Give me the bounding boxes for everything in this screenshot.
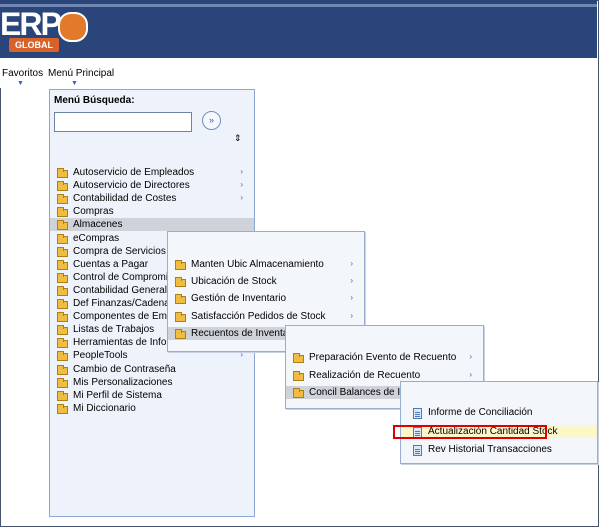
folder-icon (57, 403, 68, 414)
main-menu-item-label: Compras (73, 206, 114, 218)
main-menu-item-label: Autoservicio de Directores (73, 180, 190, 192)
main-menu-item-label: Mi Perfil de Sistema (73, 389, 162, 401)
chevron-right-icon: › (350, 310, 353, 320)
folder-icon (57, 272, 68, 283)
main-menu-item[interactable]: Autoservicio de Empleados › (50, 166, 254, 179)
main-menu-item-label: PeopleTools (73, 350, 128, 362)
folder-icon (57, 377, 68, 388)
almacenes-menu-item-label: Gestión de Inventario (191, 293, 287, 305)
logo-main: ERP (0, 6, 62, 42)
nav-favoritos[interactable]: Favoritos (2, 68, 43, 79)
search-input[interactable] (54, 112, 192, 132)
concil-menu-item-label: Informe de Conciliación (428, 407, 533, 418)
main-menu-item-label: Contabilidad de Costes (73, 193, 177, 205)
main-menu-item-label: Autoservicio de Empleados (73, 167, 195, 178)
main-menu-item[interactable]: Cambio de Contraseña (50, 363, 254, 376)
folder-icon (57, 390, 68, 401)
main-menu-item-label: Compra de Servicios (73, 245, 166, 257)
main-menu-item[interactable]: Contabilidad de Costes › (50, 192, 254, 205)
folder-icon (175, 294, 186, 305)
folder-icon (57, 338, 68, 349)
folder-icon (57, 220, 68, 231)
sort-icon[interactable]: ⇕ (234, 133, 242, 144)
concil-menu-item-label: Rev Historial Transacciones (428, 444, 552, 455)
app-header: ERP GLOBAL (0, 0, 597, 58)
almacenes-menu-item[interactable]: Manten Ubic Almacenamiento › (168, 258, 364, 271)
folder-icon (57, 233, 68, 244)
almacenes-menu-item-label: Ubicación de Stock (191, 276, 277, 288)
folder-icon (175, 311, 186, 322)
folder-icon (57, 181, 68, 192)
main-menu-item[interactable]: Mi Diccionario (50, 402, 254, 415)
nav-menu-principal[interactable]: Menú Principal (48, 68, 114, 79)
main-menu-item-label: Mis Personalizaciones (73, 376, 173, 388)
chevron-right-icon: › (469, 369, 472, 379)
chevron-right-icon: › (240, 193, 243, 203)
document-icon (413, 445, 422, 456)
folder-icon (57, 207, 68, 218)
main-menu-item-label: Cuentas a Pagar (73, 258, 149, 270)
main-menu-item-label: Almacenes (73, 219, 123, 231)
folder-icon (57, 168, 68, 178)
highlight-annotation (393, 425, 547, 439)
chevron-right-icon: › (469, 352, 472, 361)
recuentos-menu-item[interactable]: Preparación Evento de Recuento › (286, 351, 483, 364)
almacenes-menu-item[interactable]: Ubicación de Stock › (168, 275, 364, 288)
submenu-concil: Informe de Conciliación Actualización Can… (400, 381, 598, 464)
almacenes-menu-item-label: Recuentos de Inventario (191, 327, 300, 339)
almacenes-menu-item[interactable]: Gestión de Inventario › (168, 292, 364, 305)
chevron-right-icon: › (350, 259, 353, 268)
main-menu-item-label: Contabilidad General (73, 284, 167, 296)
main-menu-item-label: Listas de Trabajos (73, 324, 155, 336)
folder-icon (57, 312, 68, 323)
folder-icon (57, 259, 68, 270)
folder-icon (57, 364, 68, 375)
almacenes-menu-item-label: Manten Ubic Almacenamiento (191, 259, 324, 270)
folder-icon (175, 260, 186, 270)
main-menu-item[interactable]: Mi Perfil de Sistema (50, 389, 254, 402)
folder-icon (293, 370, 304, 381)
folder-icon (57, 299, 68, 309)
chevron-right-icon: › (350, 276, 353, 286)
nav-bar: Favoritos ▼ Menú Principal ▼ (0, 58, 597, 88)
almacenes-menu-item[interactable]: Satisfacción Pedidos de Stock › (168, 310, 364, 323)
search-go-button[interactable]: » (202, 111, 221, 130)
recuentos-menu-item[interactable]: Realización de Recuento › (286, 369, 483, 382)
document-icon (413, 408, 422, 419)
logo-emblem-icon (58, 12, 88, 42)
chevron-right-icon: › (240, 180, 243, 190)
concil-menu-item[interactable]: Rev Historial Transacciones (401, 443, 597, 456)
search-label: Menú Búsqueda: (54, 95, 135, 106)
recuentos-menu-item-label: Realización de Recuento (309, 369, 421, 381)
logo-sub: GLOBAL (9, 38, 59, 52)
folder-icon (57, 325, 68, 336)
main-menu-item[interactable]: Almacenes (50, 218, 254, 232)
chevron-right-icon: › (350, 293, 353, 303)
almacenes-menu-item-label: Satisfacción Pedidos de Stock (191, 310, 326, 322)
main-menu-item[interactable]: Mis Personalizaciones (50, 376, 254, 389)
header-strip (0, 4, 597, 7)
chevron-right-icon: › (240, 167, 243, 176)
concil-menu-item[interactable]: Informe de Conciliación (401, 406, 597, 419)
folder-icon (57, 351, 68, 362)
recuentos-menu-item-label: Preparación Evento de Recuento (309, 352, 457, 363)
folder-icon (57, 246, 68, 257)
menu-principal-caret-icon: ▼ (71, 80, 78, 87)
folder-icon (293, 353, 304, 363)
favoritos-caret-icon: ▼ (17, 80, 24, 87)
main-menu-item-label: Cambio de Contraseña (73, 363, 176, 375)
folder-icon (57, 285, 68, 296)
main-menu-item-label: eCompras (73, 232, 120, 244)
main-menu-item[interactable]: Autoservicio de Directores › (50, 179, 254, 192)
main-menu-item-label: Mi Diccionario (73, 402, 136, 414)
folder-icon (57, 194, 68, 205)
folder-icon (175, 328, 186, 339)
folder-icon (293, 388, 304, 398)
folder-icon (175, 277, 186, 288)
main-menu-item[interactable]: Compras (50, 205, 254, 218)
